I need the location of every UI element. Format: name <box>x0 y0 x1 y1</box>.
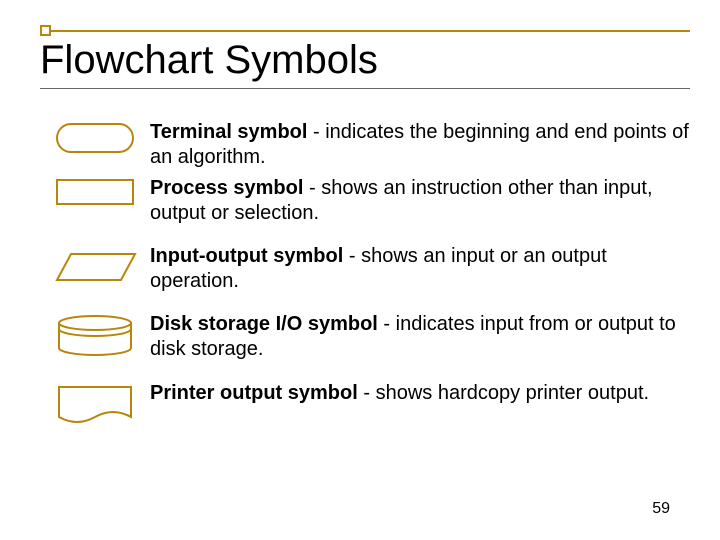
symbol-cell <box>55 244 150 289</box>
item-text: Terminal symbol - indicates the beginnin… <box>150 120 690 170</box>
symbol-cell <box>55 381 150 430</box>
page-number: 59 <box>652 500 670 518</box>
item-name: Process symbol <box>150 177 303 199</box>
item-row: Printer output symbol - shows hardcopy p… <box>55 381 690 430</box>
process-symbol-icon <box>55 178 135 208</box>
decorative-square-icon <box>40 25 51 36</box>
item-name: Disk storage I/O symbol <box>150 313 378 335</box>
item-text: Input-output symbol - shows an input or … <box>150 244 690 294</box>
item-text: Disk storage I/O symbol - indicates inpu… <box>150 312 690 362</box>
title-area: Flowchart Symbols <box>40 30 690 89</box>
symbol-cell <box>55 312 150 363</box>
printer-output-symbol-icon <box>55 383 135 425</box>
disk-storage-symbol-icon <box>55 314 135 358</box>
item-text: Process symbol - shows an instruction ot… <box>150 176 690 226</box>
slide-title: Flowchart Symbols <box>40 38 690 82</box>
item-desc: - shows hardcopy printer output. <box>358 382 649 404</box>
slide: Flowchart Symbols Terminal symbol - indi… <box>0 0 720 540</box>
content-area: Terminal symbol - indicates the beginnin… <box>55 120 690 448</box>
item-name: Terminal symbol <box>150 121 307 143</box>
item-row: Disk storage I/O symbol - indicates inpu… <box>55 312 690 363</box>
title-underline <box>40 88 690 89</box>
item-row: Terminal symbol - indicates the beginnin… <box>55 120 690 170</box>
item-name: Printer output symbol <box>150 382 358 404</box>
item-name: Input-output symbol <box>150 245 343 267</box>
item-row: Input-output symbol - shows an input or … <box>55 244 690 294</box>
terminal-symbol-icon <box>55 122 135 154</box>
item-text: Printer output symbol - shows hardcopy p… <box>150 381 690 406</box>
symbol-cell <box>55 176 150 213</box>
item-row: Process symbol - shows an instruction ot… <box>55 176 690 226</box>
symbol-cell <box>55 120 150 159</box>
io-symbol-icon <box>55 250 139 284</box>
top-rule <box>48 30 690 32</box>
